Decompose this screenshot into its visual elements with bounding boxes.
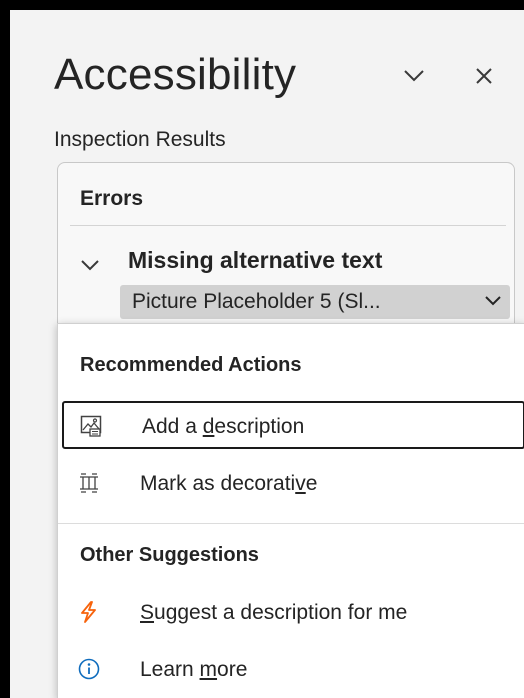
- add-description-item[interactable]: Add a description: [62, 401, 524, 449]
- other-suggestions-header: Other Suggestions: [80, 544, 259, 566]
- divider: [70, 225, 506, 226]
- mark-as-decorative-item[interactable]: Mark as decorative: [62, 460, 524, 508]
- accessibility-pane: Accessibility Inspection Results Errors …: [10, 10, 524, 698]
- learn-more-label: Learn more: [140, 658, 248, 681]
- info-icon: [78, 658, 100, 680]
- learn-more-item[interactable]: Learn more: [62, 646, 524, 694]
- suggest-description-label: Suggest a description for me: [140, 601, 408, 624]
- add-description-label: Add a description: [142, 415, 305, 438]
- issue-object-label: Picture Placeholder 5 (Sl...: [132, 290, 381, 313]
- pane-title: Accessibility: [54, 50, 297, 99]
- inspection-results-label: Inspection Results: [54, 128, 226, 151]
- collapse-pane-button[interactable]: [396, 58, 432, 94]
- errors-header: Errors: [80, 187, 144, 210]
- menu-divider: [58, 523, 524, 524]
- mark-as-decorative-label: Mark as decorative: [140, 472, 318, 495]
- close-pane-button[interactable]: [466, 58, 502, 94]
- suggest-description-item[interactable]: Suggest a description for me: [62, 589, 524, 637]
- fix-menu: Recommended Actions Add a description Ma…: [57, 323, 524, 698]
- decorative-icon: [80, 473, 98, 493]
- image-description-icon: [80, 415, 102, 437]
- issue-missing-alt-text[interactable]: Missing alternative text: [128, 247, 382, 274]
- chevron-down-icon[interactable]: [80, 255, 100, 275]
- chevron-down-icon: [404, 70, 424, 82]
- recommended-actions-header: Recommended Actions: [80, 354, 302, 376]
- close-icon: [476, 68, 492, 84]
- chevron-down-icon: [485, 296, 501, 306]
- issue-object-item[interactable]: Picture Placeholder 5 (Sl...: [120, 285, 510, 319]
- lightning-icon: [81, 601, 96, 623]
